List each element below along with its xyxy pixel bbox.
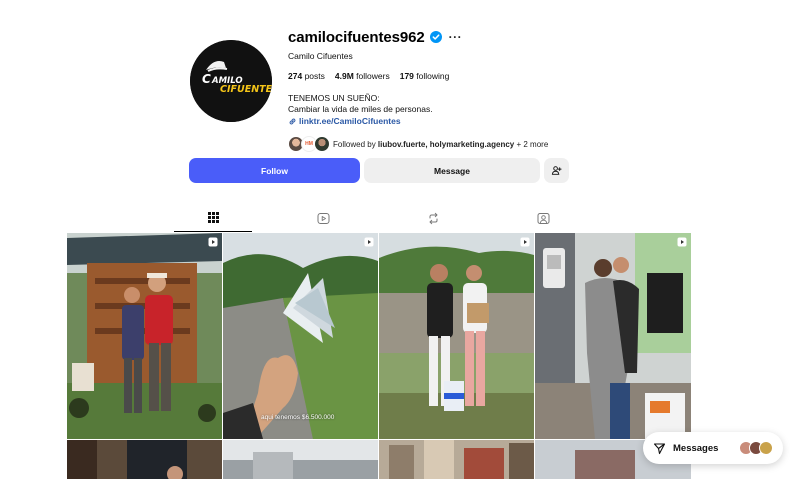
tab-posts[interactable] xyxy=(174,204,252,232)
post-image xyxy=(535,233,691,439)
posts-grid: aqui tenemos $6.500.000 xyxy=(67,233,691,479)
followers-count-label: followers xyxy=(356,71,390,81)
post-thumbnail[interactable] xyxy=(67,440,222,479)
post-image xyxy=(223,440,378,479)
post-thumbnail[interactable] xyxy=(223,440,378,479)
profile-tabs xyxy=(135,204,621,232)
tab-tagged[interactable] xyxy=(504,204,582,232)
profile-avatar[interactable]: C AMILO CIFUENTES xyxy=(190,40,272,122)
following-count-label: following xyxy=(416,71,450,81)
post-thumbnail[interactable]: aqui tenemos $6.500.000 xyxy=(223,233,378,439)
tab-reposts[interactable] xyxy=(394,204,472,232)
profile-stats: 274 posts 4.9M followers 179 following xyxy=(288,71,708,81)
followers-count[interactable]: 4.9M followers xyxy=(335,71,390,81)
post-image xyxy=(379,440,534,479)
followed-by-more: + 2 more xyxy=(516,139,549,149)
posts-count-label: posts xyxy=(304,71,325,81)
add-person-icon xyxy=(551,166,562,175)
tagged-icon xyxy=(537,212,549,224)
messages-avatars xyxy=(739,441,773,455)
verified-badge-icon xyxy=(429,31,442,43)
followed-by-avatars: HM xyxy=(288,136,330,152)
post-image xyxy=(379,233,534,439)
profile-username: camilocifuentes962 xyxy=(288,28,425,46)
following-count-value: 179 xyxy=(399,71,414,81)
post-caption-overlay: aqui tenemos $6.500.000 xyxy=(261,414,335,421)
reel-icon xyxy=(520,237,530,247)
profile-bio: TENEMOS UN SUEÑO: Cambiar la vida de mil… xyxy=(288,93,708,115)
bio-link-text: linktr.ee/CamiloCifuentes xyxy=(299,116,401,126)
camilo-cifuentes-logo: C AMILO CIFUENTES xyxy=(190,40,272,122)
username-row: camilocifuentes962 ··· xyxy=(288,27,708,47)
posts-count-value: 274 xyxy=(288,71,303,81)
link-icon xyxy=(289,118,296,124)
post-image xyxy=(223,233,378,439)
post-thumbnail[interactable] xyxy=(379,440,534,479)
followed-by[interactable]: HM Followed by liubov.fuerte, holymarket… xyxy=(288,136,708,152)
posts-count: 274 posts xyxy=(288,71,325,81)
more-options-icon[interactable]: ··· xyxy=(449,31,463,43)
post-image xyxy=(67,233,222,439)
conversation-avatar xyxy=(759,441,773,455)
profile-info: camilocifuentes962 ··· Camilo Cifuentes … xyxy=(288,27,708,152)
post-thumbnail[interactable] xyxy=(535,233,691,439)
repost-icon xyxy=(429,212,437,224)
tab-reels[interactable] xyxy=(284,204,362,232)
reel-icon xyxy=(208,237,218,247)
messages-label: Messages xyxy=(673,442,719,454)
reels-icon xyxy=(317,212,329,224)
reel-icon xyxy=(364,237,374,247)
send-icon xyxy=(653,442,666,454)
followers-count-value: 4.9M xyxy=(334,71,354,81)
profile-full-name: Camilo Cifuentes xyxy=(288,51,353,61)
bio-link[interactable]: linktr.ee/CamiloCifuentes xyxy=(288,116,708,126)
follow-button[interactable]: Follow xyxy=(189,158,360,183)
bio-line: Cambiar la vida de miles de personas. xyxy=(288,104,433,114)
followed-by-prefix: Followed by xyxy=(333,139,376,149)
following-count[interactable]: 179 following xyxy=(400,71,450,81)
bio-line: TENEMOS UN SUEÑO: xyxy=(288,93,380,103)
follower-avatar xyxy=(314,136,330,152)
suggested-users-button[interactable] xyxy=(544,158,569,183)
post-thumbnail[interactable] xyxy=(379,233,534,439)
svg-text:CIFUENTES: CIFUENTES xyxy=(220,84,272,95)
grid-icon xyxy=(207,212,219,223)
post-image xyxy=(67,440,222,479)
messages-button[interactable]: Messages xyxy=(643,432,783,464)
svg-text:C: C xyxy=(202,72,211,86)
post-thumbnail[interactable] xyxy=(67,233,222,439)
followed-by-names: liubov.fuerte, holymarketing.agency xyxy=(377,139,515,149)
message-button[interactable]: Message xyxy=(364,158,540,183)
reel-icon xyxy=(677,237,687,247)
